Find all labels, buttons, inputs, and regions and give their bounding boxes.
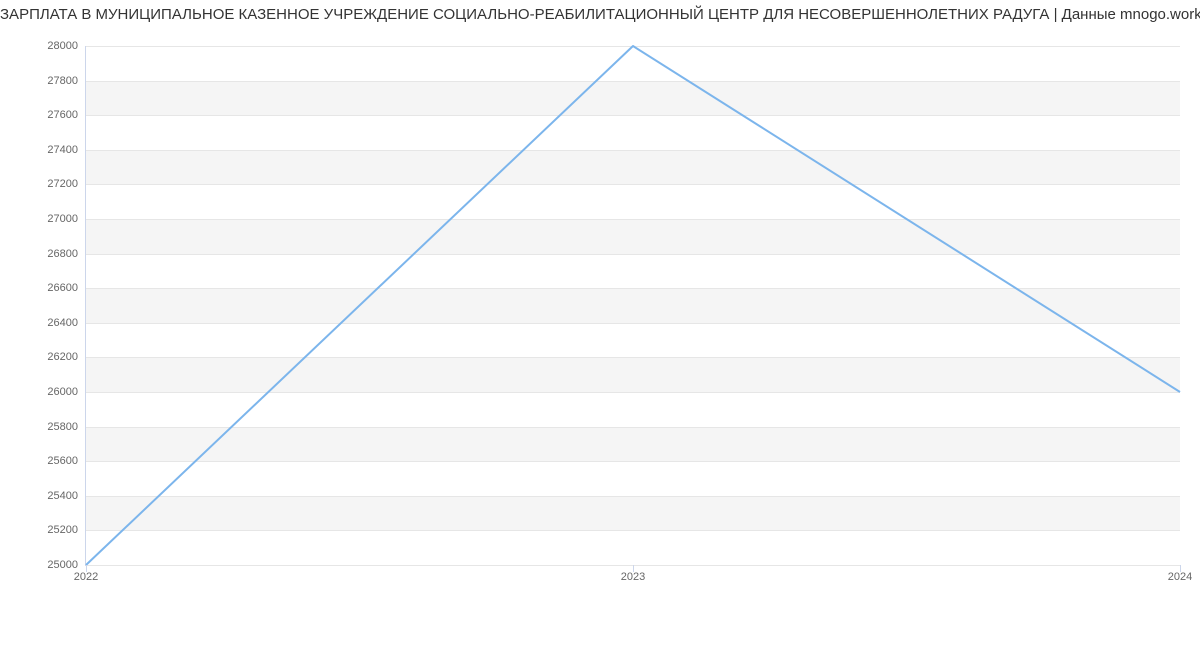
y-axis-label: 27400 xyxy=(47,144,86,156)
x-axis-label: 2024 xyxy=(1168,565,1192,583)
chart-container: ЗАРПЛАТА В МУНИЦИПАЛЬНОЕ КАЗЕННОЕ УЧРЕЖД… xyxy=(0,0,1200,650)
y-axis-label: 25600 xyxy=(47,455,86,467)
x-axis-label: 2023 xyxy=(621,565,645,583)
plot-area: 2500025200254002560025800260002620026400… xyxy=(85,46,1180,566)
y-axis-label: 26000 xyxy=(47,386,86,398)
y-axis-label: 28000 xyxy=(47,40,86,52)
y-axis-label: 26200 xyxy=(47,351,86,363)
y-axis-label: 26800 xyxy=(47,248,86,260)
y-axis-label: 27000 xyxy=(47,213,86,225)
y-axis-label: 26400 xyxy=(47,317,86,329)
y-axis-label: 27800 xyxy=(47,75,86,87)
x-axis-label: 2022 xyxy=(74,565,98,583)
y-axis-label: 27200 xyxy=(47,178,86,190)
series-line xyxy=(86,46,1180,565)
y-axis-label: 25400 xyxy=(47,490,86,502)
plot-outer: 2500025200254002560025800260002620026400… xyxy=(0,26,1200,606)
y-axis-label: 25200 xyxy=(47,524,86,536)
chart-svg xyxy=(86,46,1180,565)
y-axis-label: 25800 xyxy=(47,421,86,433)
y-axis-label: 27600 xyxy=(47,109,86,121)
y-axis-label: 26600 xyxy=(47,282,86,294)
chart-title: ЗАРПЛАТА В МУНИЦИПАЛЬНОЕ КАЗЕННОЕ УЧРЕЖД… xyxy=(0,0,1200,28)
